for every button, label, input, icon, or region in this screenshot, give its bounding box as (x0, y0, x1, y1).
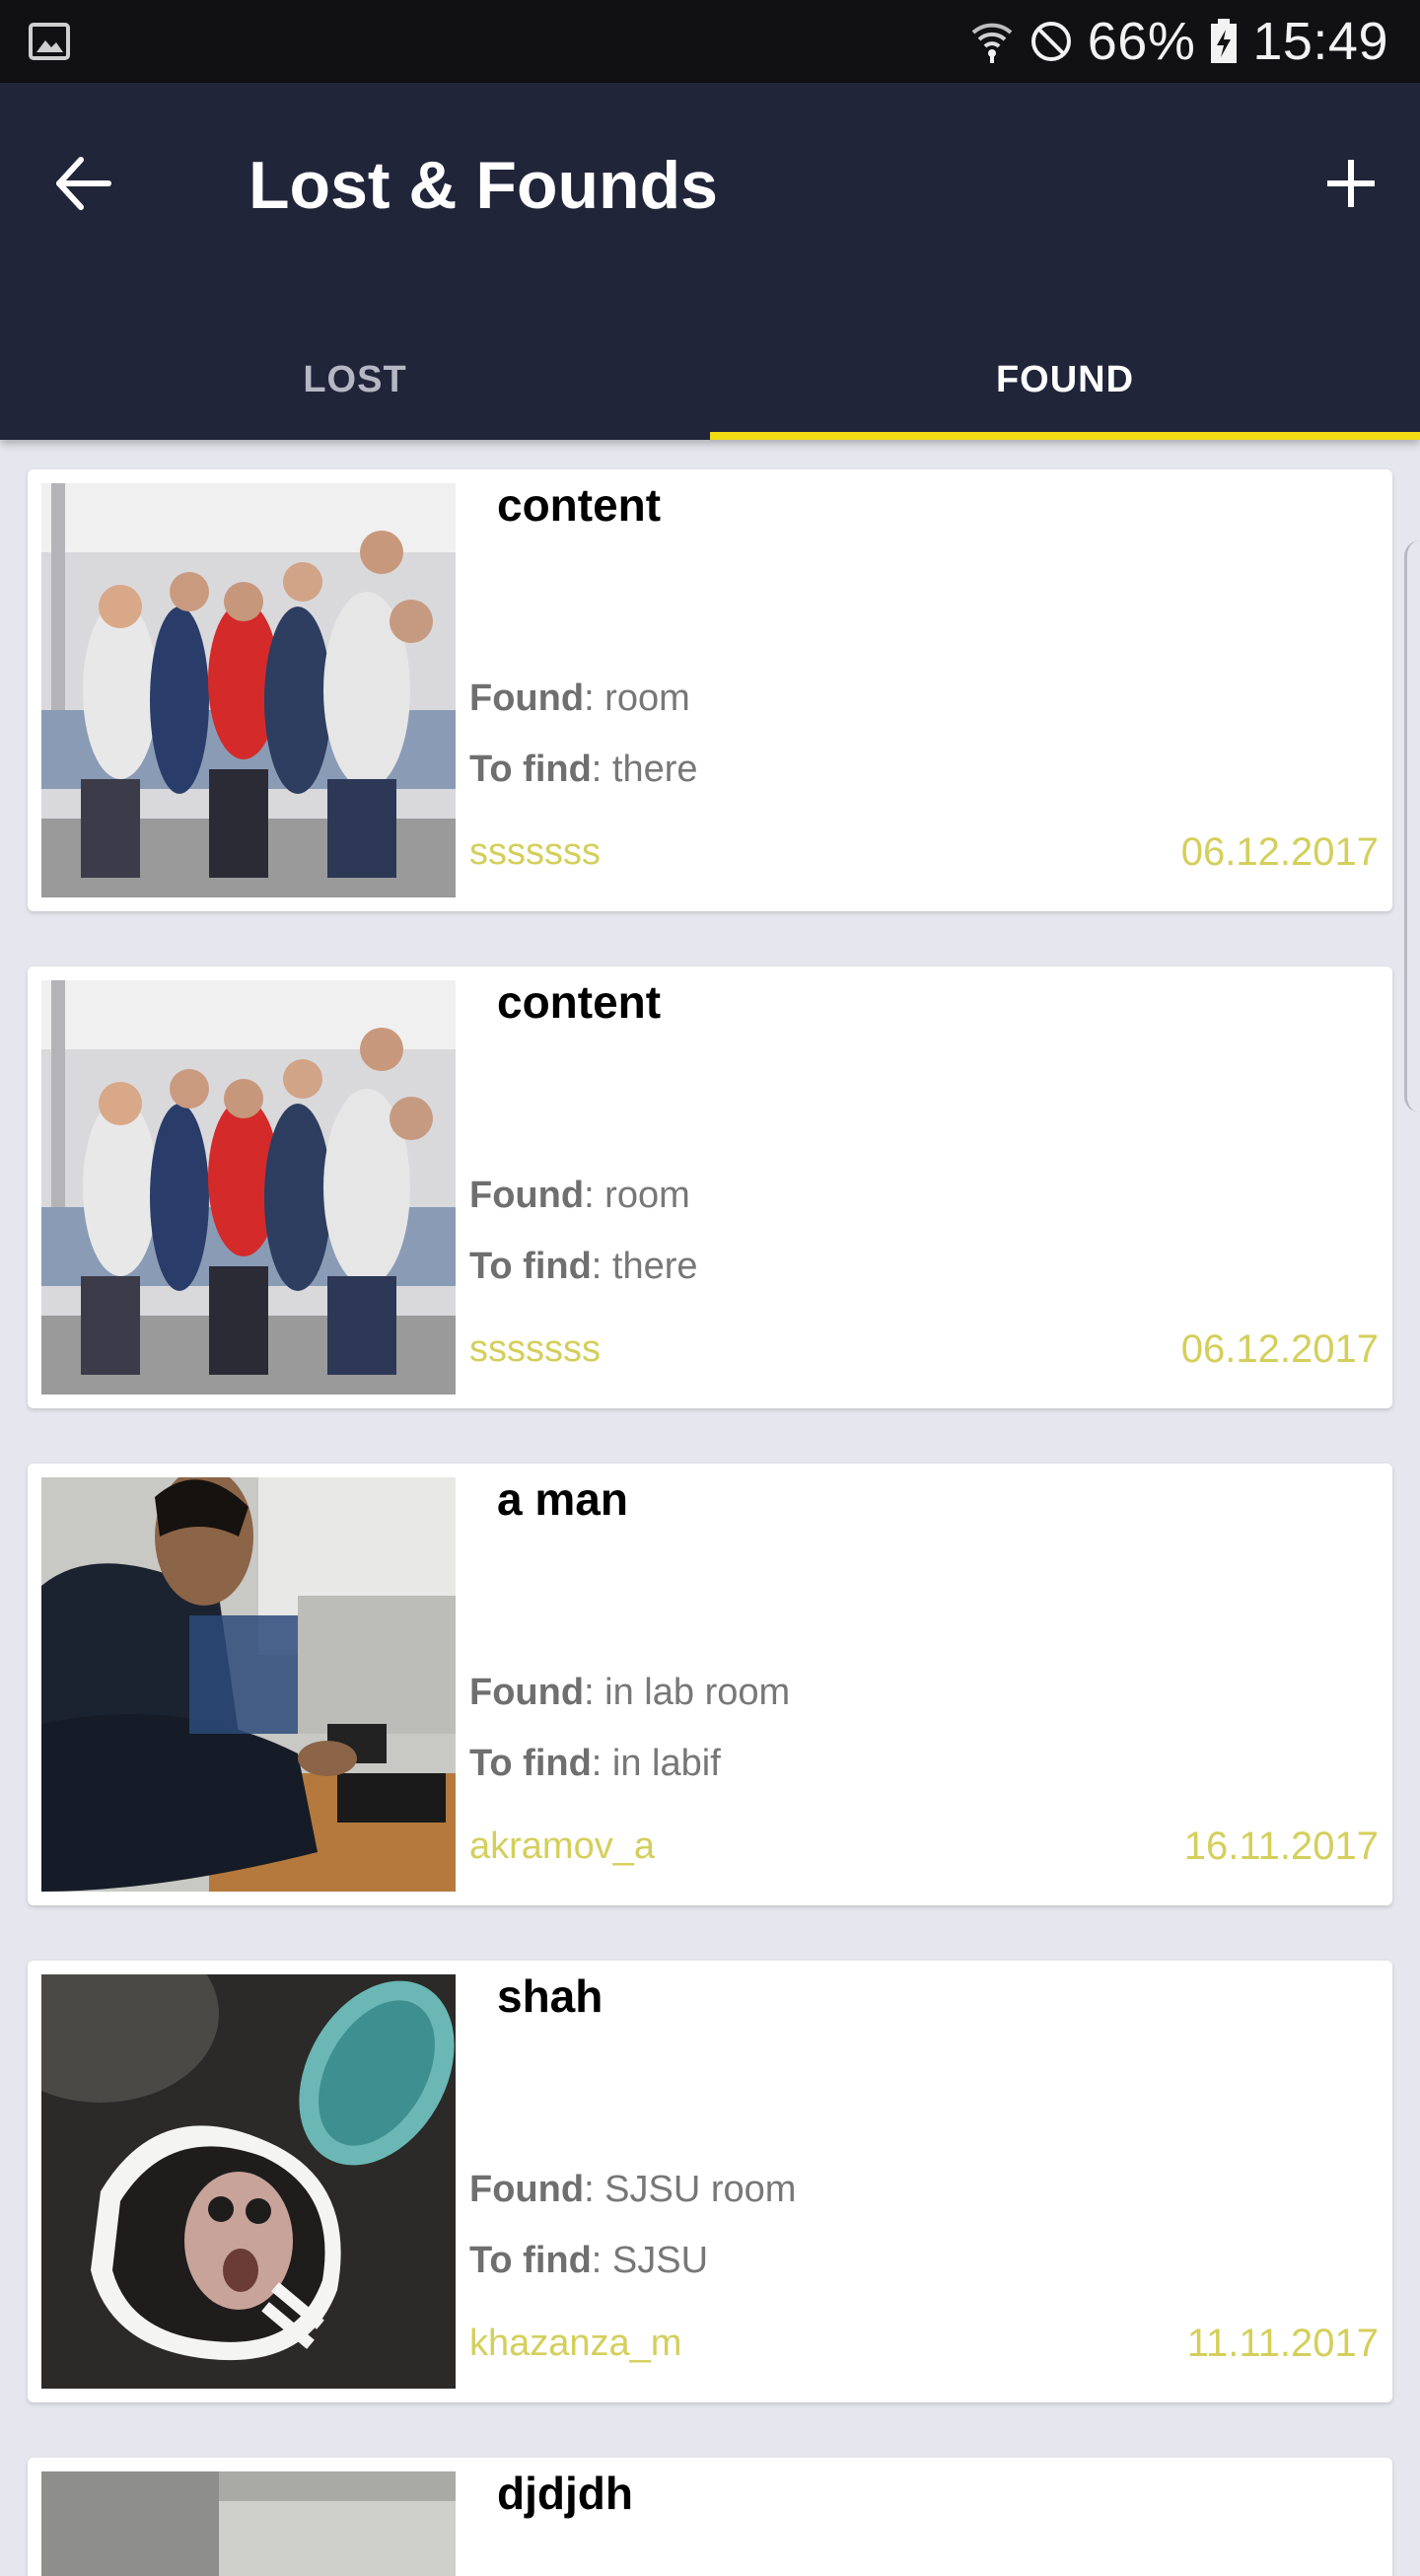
list-item[interactable]: shah Found: SJSU room To find: SJSU khaz… (28, 1961, 1392, 2402)
wifi-icon (971, 23, 1013, 63)
do-not-disturb-icon (1030, 22, 1071, 61)
item-user: khazanza_m (469, 2323, 682, 2364)
found-value: : room (584, 1175, 690, 1216)
tab-lost[interactable]: LOST (0, 320, 710, 440)
list-item[interactable]: content Found: room To find: there sssss… (28, 966, 1392, 1408)
edge-panel-handle[interactable] (1404, 540, 1420, 1112)
item-photo (41, 1974, 456, 2389)
tab-lost-label: LOST (303, 358, 407, 400)
item-found-location: Found: SJSU room (469, 2166, 796, 2213)
to-find-value: : there (591, 1246, 698, 1287)
item-title: djdjdh (497, 2468, 633, 2519)
back-button[interactable] (41, 142, 124, 225)
item-to-find: To find: SJSU (469, 2237, 708, 2284)
to-find-value: : there (591, 749, 698, 790)
item-date: 16.11.2017 (1183, 1825, 1379, 1868)
to-find-label: To find (469, 2240, 592, 2281)
status-bar: 66% 15:49 (0, 0, 1420, 83)
tab-indicator (710, 432, 1420, 440)
item-date: 11.11.2017 (1186, 2322, 1379, 2365)
item-to-find: To find: there (469, 1243, 698, 1290)
page-title: Lost & Founds (248, 148, 718, 223)
item-found-location: Found: room (469, 1172, 690, 1219)
found-label: Found (469, 678, 585, 719)
tab-found[interactable]: FOUND (710, 320, 1420, 440)
item-found-location: Found: room (469, 675, 690, 722)
app-bar: Lost & Founds LOST FOUND (0, 83, 1420, 440)
tab-bar: LOST FOUND (0, 320, 1420, 440)
found-value: : SJSU room (584, 2169, 797, 2210)
list-item[interactable]: content Found: room To find: there sssss… (28, 469, 1392, 911)
found-label: Found (469, 2169, 585, 2210)
battery-percent: 66% (1087, 12, 1196, 71)
plus-icon (1327, 160, 1375, 207)
to-find-label: To find (469, 1246, 592, 1287)
battery-charging-icon (1211, 19, 1238, 63)
item-title: content (497, 479, 662, 531)
add-item-button[interactable] (1310, 142, 1392, 225)
to-find-value: : in labif (591, 1743, 721, 1784)
item-title: content (497, 976, 662, 1028)
item-photo (41, 483, 456, 897)
item-photo (41, 2471, 456, 2576)
to-find-value: : SJSU (591, 2240, 709, 2281)
item-title: a man (497, 1473, 628, 1525)
item-photo (41, 1477, 456, 1892)
item-user: akramov_a (469, 1825, 655, 1867)
item-found-location: Found: in lab room (469, 1669, 790, 1716)
gallery-notification-icon (29, 23, 70, 60)
item-to-find: To find: in labif (469, 1740, 721, 1787)
item-date: 06.12.2017 (1180, 830, 1379, 874)
to-find-label: To find (469, 1743, 592, 1784)
list-item[interactable]: djdjdh (28, 2458, 1392, 2576)
item-date: 06.12.2017 (1180, 1327, 1379, 1371)
found-label: Found (469, 1175, 585, 1216)
to-find-label: To find (469, 749, 592, 790)
item-to-find: To find: there (469, 746, 698, 793)
found-label: Found (469, 1672, 585, 1713)
item-user: sssssss (469, 1328, 601, 1370)
list-item[interactable]: a man Found: in lab room To find: in lab… (28, 1464, 1392, 1905)
found-value: : in lab room (584, 1672, 791, 1713)
arrow-left-icon (56, 157, 111, 210)
item-title: shah (497, 1970, 604, 2022)
item-user: sssssss (469, 831, 601, 873)
tab-found-label: FOUND (995, 358, 1135, 400)
found-value: : room (584, 678, 690, 719)
clock: 15:49 (1252, 12, 1388, 71)
item-photo (41, 980, 456, 1395)
